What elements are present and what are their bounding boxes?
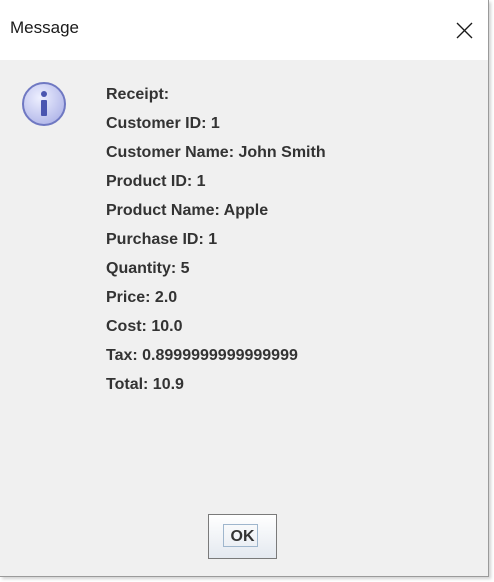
message-line: Customer ID: 1: [106, 115, 220, 132]
window-title: Message: [10, 18, 79, 37]
message-line: Product Name: Apple: [106, 202, 269, 219]
message-dialog: Message Receipt: Customer ID: 1 Customer…: [0, 0, 489, 577]
ok-button-label: OK: [230, 528, 255, 545]
message-line: Quantity: 5: [106, 260, 190, 277]
message-line: Price: 2.0: [106, 289, 178, 306]
message-line: Cost: 10.0: [106, 318, 183, 335]
message-line: Total: 10.9: [106, 376, 184, 393]
close-icon: [456, 22, 473, 39]
title-bar[interactable]: Message: [0, 0, 488, 60]
ok-button[interactable]: OK: [208, 514, 277, 559]
close-button[interactable]: [442, 0, 488, 60]
message-line: Product ID: 1: [106, 173, 206, 190]
message-line: Receipt:: [106, 86, 170, 103]
message-line: Customer Name: John Smith: [106, 144, 326, 161]
message-line: Purchase ID: 1: [106, 231, 218, 248]
message-line: Tax: 0.8999999999999999: [106, 347, 298, 364]
message-text: Receipt: Customer ID: 1 Customer Name: J…: [106, 80, 326, 399]
info-icon: [22, 82, 66, 126]
